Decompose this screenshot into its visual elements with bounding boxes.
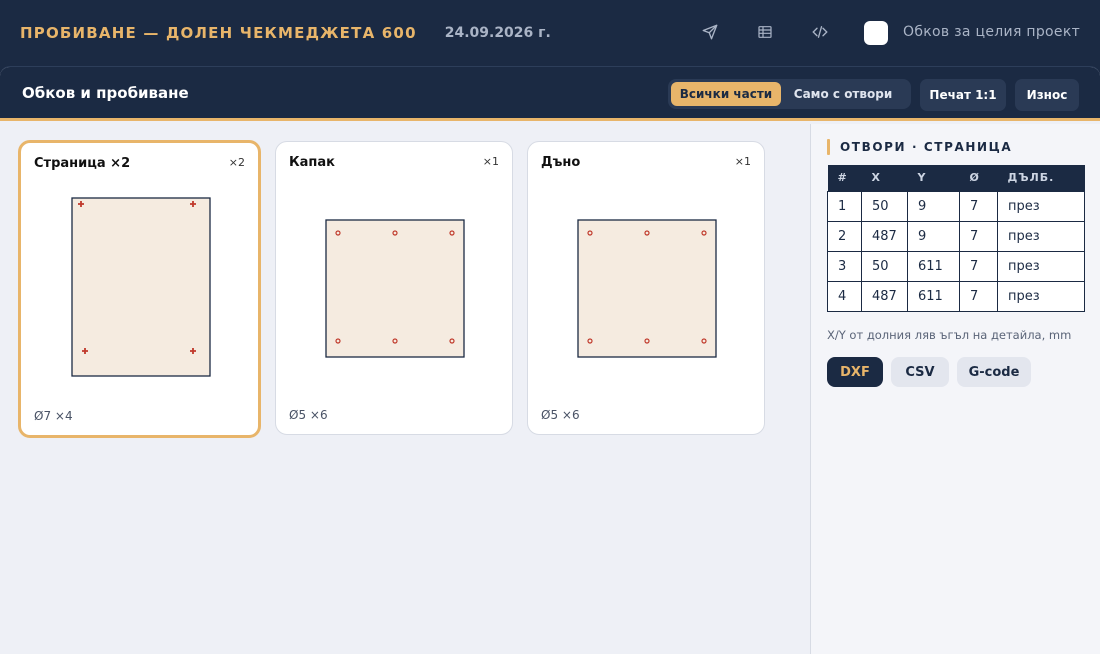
part-outline — [577, 219, 717, 358]
code-icon[interactable] — [810, 22, 830, 42]
part-outline — [325, 219, 465, 358]
export-csv-button[interactable]: CSV — [891, 357, 949, 387]
part-drawing — [325, 219, 465, 358]
cell-diameter: 7 — [959, 250, 998, 282]
filter-with-holes[interactable]: Само с отвори — [781, 82, 905, 106]
cell-depth: през — [997, 220, 1085, 252]
table-row[interactable]: 4 487 611 7 през — [827, 280, 1085, 312]
export-dxf-button[interactable]: DXF — [827, 357, 883, 387]
header-actions — [700, 22, 830, 42]
holes-sidebar: ОТВОРИ · СТРАНИЦА # X Y Ø ДЪЛБ. 1 50 9 7… — [810, 124, 1100, 654]
export-gcode-button[interactable]: G-code — [957, 357, 1031, 387]
cell-index: 1 — [827, 190, 862, 222]
col-y: Y — [907, 165, 960, 191]
panel-header: Обков и пробиване Всички части Само с от… — [0, 67, 1100, 121]
coordinates-note: X/Y от долния ляв ъгъл на детайла, mm — [827, 328, 1072, 342]
part-drawing — [71, 197, 211, 377]
holes-table: # X Y Ø ДЪЛБ. 1 50 9 7 през 2 487 9 7 пр… — [827, 165, 1085, 312]
cell-x: 487 — [861, 280, 908, 312]
cell-x: 50 — [861, 190, 908, 222]
col-depth: ДЪЛБ. — [997, 165, 1085, 191]
part-hole-summary: Ø5 ×6 — [541, 408, 580, 422]
page-title: ПРОБИВАНЕ — ДОЛЕН ЧЕКМЕДЖЕТА 600 — [20, 24, 417, 42]
table-row[interactable]: 2 487 9 7 през — [827, 220, 1085, 252]
cell-diameter: 7 — [959, 190, 998, 222]
cell-index: 4 — [827, 280, 862, 312]
col-diameter: Ø — [959, 165, 998, 191]
part-outline — [71, 197, 211, 377]
cell-y: 9 — [907, 220, 960, 252]
part-card-lid[interactable]: Капак ×1 Ø5 ×6 — [275, 141, 513, 435]
cell-diameter: 7 — [959, 220, 998, 252]
part-hole-summary: Ø7 ×4 — [34, 409, 73, 423]
cell-index: 2 — [827, 220, 862, 252]
part-filter: Всички части Само с отвори — [668, 79, 911, 109]
whole-project-checkbox[interactable] — [864, 21, 888, 45]
cell-x: 487 — [861, 220, 908, 252]
panel-title: Обков и пробиване — [22, 83, 189, 102]
part-card-side[interactable]: Страница ×2 ×2 Ø7 ×4 — [18, 140, 261, 438]
col-x: X — [861, 165, 908, 191]
part-hole-summary: Ø5 ×6 — [289, 408, 328, 422]
table-icon[interactable] — [755, 22, 775, 42]
part-card-bottom[interactable]: Дъно ×1 Ø5 ×6 — [527, 141, 765, 435]
cell-x: 50 — [861, 250, 908, 282]
top-bar: ПРОБИВАНЕ — ДОЛЕН ЧЕКМЕДЖЕТА 600 24.09.2… — [0, 0, 1100, 66]
cell-depth: през — [997, 280, 1085, 312]
part-cards: Страница ×2 ×2 Ø7 ×4 Капак ×1 Ø5 ×6 Дъно… — [18, 140, 765, 438]
table-row[interactable]: 3 50 611 7 през — [827, 250, 1085, 282]
table-header-row: # X Y Ø ДЪЛБ. — [827, 165, 1085, 191]
cell-y: 611 — [907, 250, 960, 282]
title-accent — [827, 139, 830, 155]
cell-diameter: 7 — [959, 280, 998, 312]
cell-index: 3 — [827, 250, 862, 282]
hardware-panel: Обков и пробиване Всички части Само с от… — [0, 66, 1100, 654]
wear-button[interactable]: Износ — [1015, 79, 1079, 111]
send-icon[interactable] — [700, 22, 720, 42]
cell-y: 9 — [907, 190, 960, 222]
part-drawing — [577, 219, 717, 358]
whole-project-label: Обков за целия проект — [903, 24, 1081, 40]
table-row[interactable]: 1 50 9 7 през — [827, 190, 1085, 222]
holes-title: ОТВОРИ · СТРАНИЦА — [827, 139, 1012, 155]
filter-all-parts[interactable]: Всички части — [671, 82, 781, 106]
holes-title-text: ОТВОРИ · СТРАНИЦА — [840, 140, 1013, 154]
cell-depth: през — [997, 250, 1085, 282]
print-button[interactable]: Печат 1:1 — [920, 79, 1006, 111]
cell-depth: през — [997, 190, 1085, 222]
cell-y: 611 — [907, 280, 960, 312]
page-date: 24.09.2026 г. — [444, 25, 551, 41]
col-index: # — [827, 165, 862, 191]
